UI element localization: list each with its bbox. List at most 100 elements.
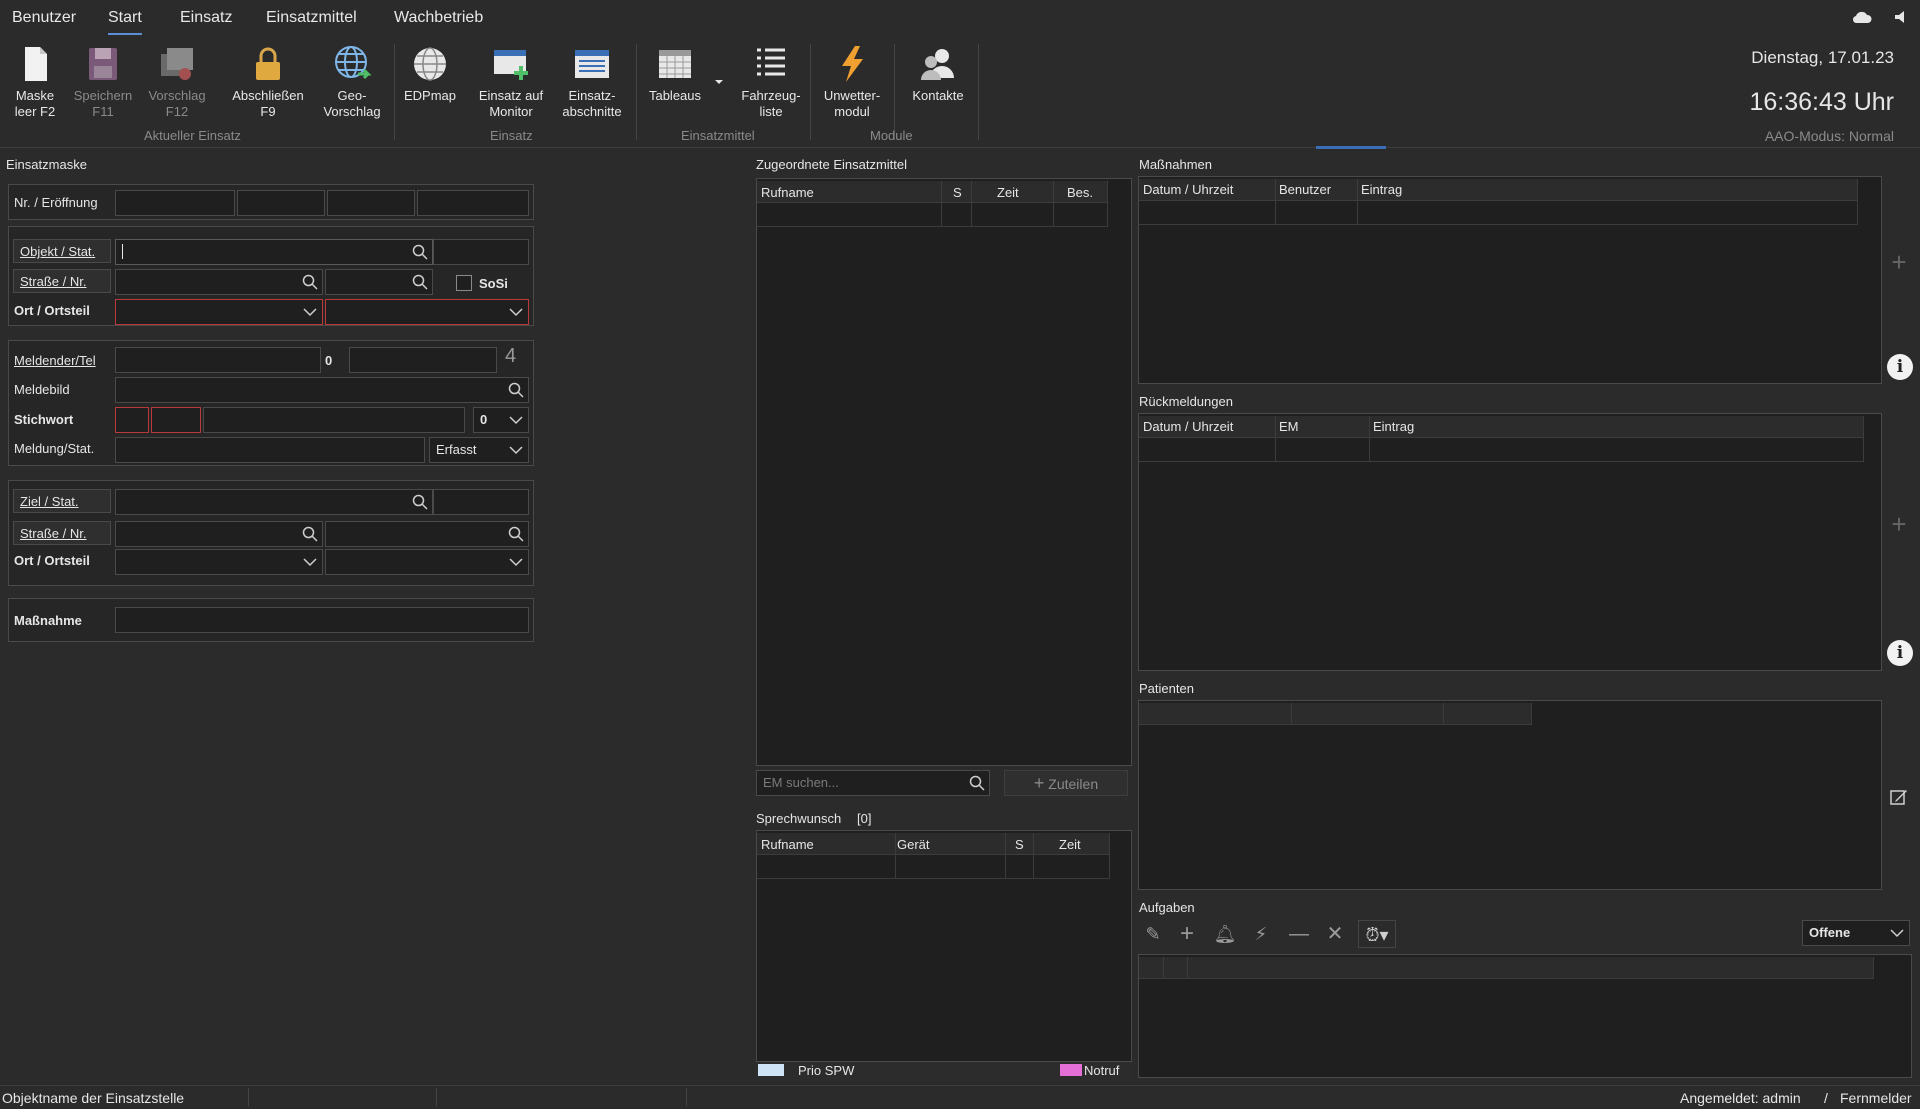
search-icon[interactable] [302,526,318,542]
add-massnahme-button[interactable]: + [1884,248,1914,278]
search-icon[interactable] [412,244,428,260]
tableaus-dropdown-icon[interactable] [714,78,724,86]
nr-field-2[interactable] [237,190,325,216]
col-rufname[interactable]: Rufname [761,185,814,200]
pencil-icon[interactable]: ✎ [1138,920,1168,948]
nr-field-1[interactable] [115,190,235,216]
column-divider [1107,181,1108,227]
col-zeit[interactable]: Zeit [1059,837,1081,852]
geo-vorschlag-button[interactable]: Geo- Vorschlag [316,44,388,120]
add-rueckmeldung-button[interactable]: + [1884,510,1914,540]
col-eintrag[interactable]: Eintrag [1373,419,1414,434]
stichwort-field-1[interactable] [115,407,149,433]
stichwort-field-2[interactable] [151,407,201,433]
menu-benutzer[interactable]: Benutzer [12,9,76,27]
prio-spw-swatch [758,1064,784,1076]
col-bes[interactable]: Bes. [1067,185,1093,200]
menu-einsatz[interactable]: Einsatz [180,9,232,27]
ziel-hausnummer-input[interactable] [325,521,529,547]
meldung-status-select[interactable]: Erfasst [429,437,529,463]
ziel-label-button[interactable]: Ziel / Stat. [13,489,111,513]
blank-page-icon [25,47,47,81]
ziel-input[interactable] [115,489,433,515]
search-icon[interactable] [508,382,524,398]
table-row[interactable] [1139,201,1857,225]
em-search-input[interactable]: EM suchen... [756,770,990,796]
info-icon[interactable]: i [1887,354,1913,380]
col-datum[interactable]: Datum / Uhrzeit [1143,419,1233,434]
meldender-input[interactable] [115,347,321,373]
cloud-icon[interactable] [1852,10,1872,24]
search-icon[interactable] [412,274,428,290]
nr-field-3[interactable] [327,190,415,216]
kontakte-button[interactable]: Kontakte [902,44,974,104]
col-em[interactable]: EM [1279,419,1299,434]
col-rufname[interactable]: Rufname [761,837,814,852]
minus-icon[interactable]: — [1284,920,1314,948]
search-icon[interactable] [302,274,318,290]
menu-einsatzmittel[interactable]: Einsatzmittel [266,9,357,27]
menu-start[interactable]: Start [108,9,142,35]
menu-wachbetrieb[interactable]: Wachbetrieb [394,9,483,27]
lightning-icon[interactable]: ⚡︎ [1246,920,1276,948]
ziel-strasse-label-button[interactable]: Straße / Nr. [13,521,111,545]
stichwort-text-input[interactable] [203,407,465,433]
search-icon[interactable] [412,494,428,510]
ort-select[interactable] [115,299,323,325]
objekt-stat-input[interactable] [433,239,529,265]
einsatzabschnitte-button[interactable]: Einsatz-abschnitte [556,44,628,120]
close-icon[interactable]: ✕ [1320,920,1350,948]
alarm-clock-dropdown[interactable]: ⏰︎▾ [1358,920,1396,948]
unwettermodul-button[interactable]: Unwetter-modul [816,44,888,120]
nr-field-4[interactable] [417,190,529,216]
objekt-label-button[interactable]: Objekt / Stat. [13,239,111,263]
meldung-input[interactable] [115,437,425,463]
hausnummer-input[interactable] [325,269,433,295]
col-eintrag[interactable]: Eintrag [1361,182,1402,197]
table-row[interactable] [757,855,1109,879]
tableaus-button[interactable]: Tableaus [642,44,708,104]
search-icon[interactable] [508,526,524,542]
abschliessen-button[interactable]: Abschließen F9 [224,44,312,120]
ziel-strasse-input[interactable] [115,521,323,547]
plus-icon[interactable]: + [1172,920,1202,948]
column-divider [1033,833,1034,879]
einsatz-monitor-button[interactable]: Einsatz auf Monitor [472,44,550,120]
search-icon[interactable] [969,775,985,791]
strasse-input[interactable] [115,269,323,295]
objekt-input[interactable] [115,239,433,265]
telefon-input[interactable] [349,347,497,373]
vorschlag-button[interactable]: Vorschlag F12 [144,44,210,120]
edit-icon[interactable] [1890,788,1908,806]
edpmap-button[interactable]: EDPmap [400,44,460,104]
stichwort-level-select[interactable]: 0 [473,407,529,433]
speichern-button[interactable]: Speichern F11 [70,44,136,120]
meldung-group: Meldender/Tel 0 4 Meldebild Stichwort 0 … [8,340,534,466]
suggestion-icon [161,48,193,80]
col-s[interactable]: S [1015,837,1024,852]
col-zeit[interactable]: Zeit [997,185,1019,200]
col-geraet[interactable]: Gerät [897,837,930,852]
info-icon[interactable]: i [1887,640,1913,666]
table-row[interactable] [1139,438,1863,462]
col-benutzer[interactable]: Benutzer [1279,182,1331,197]
chevron-down-icon [509,446,523,455]
ziel-ortsteil-select[interactable] [325,549,529,575]
table-row[interactable] [757,203,1107,227]
maske-leer-button[interactable]: Maske leer F2 [10,44,60,120]
strasse-label: Straße / Nr. [20,274,87,289]
bell-icon[interactable]: 🔔︎ [1210,920,1240,948]
fahrzeugliste-button[interactable]: Fahrzeug-liste [734,44,808,120]
ortsteil-select[interactable] [325,299,529,325]
ziel-stat-input[interactable] [433,489,529,515]
col-datum[interactable]: Datum / Uhrzeit [1143,182,1233,197]
sosi-checkbox[interactable] [456,275,472,291]
meldebild-input[interactable] [115,377,529,403]
col-s[interactable]: S [953,185,962,200]
massnahme-input[interactable] [115,607,529,633]
strasse-label-button[interactable]: Straße / Nr. [13,269,111,293]
zuteilen-button[interactable]: + Zuteilen [1004,770,1128,796]
aufgaben-filter-select[interactable]: Offene [1802,920,1910,946]
ziel-ort-select[interactable] [115,549,323,575]
speaker-icon[interactable] [1893,9,1909,25]
